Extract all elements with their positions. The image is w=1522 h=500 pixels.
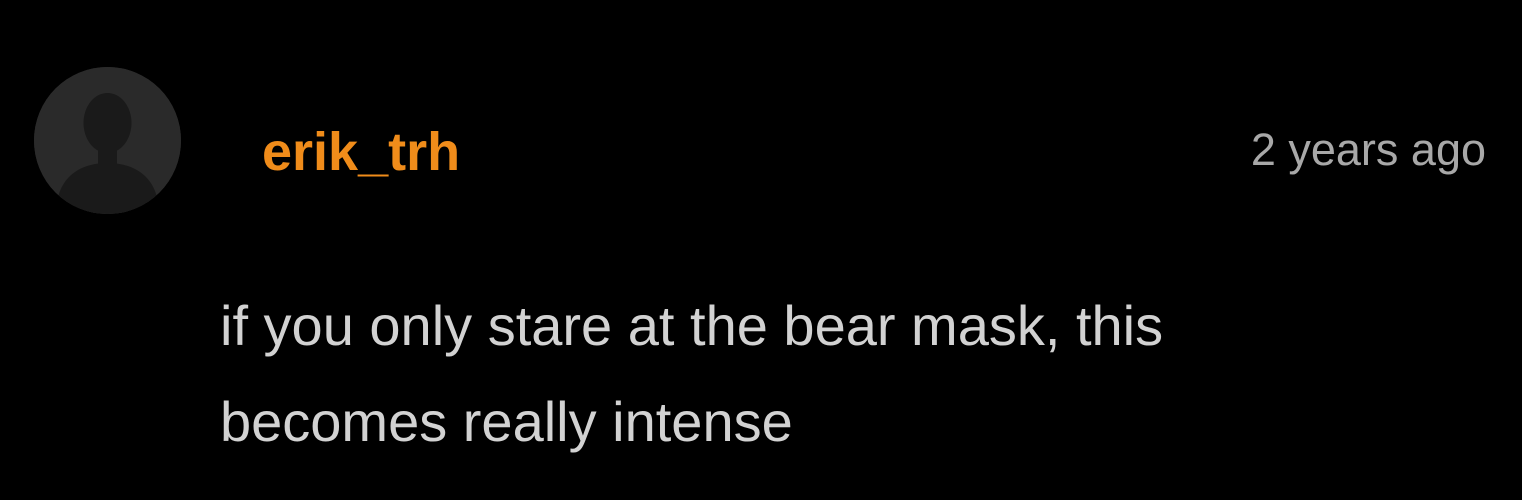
username-link[interactable]: erik_trh [262,120,460,184]
user-silhouette-icon [34,67,181,214]
comment-timestamp: 2 years ago [1250,124,1486,175]
comment-item: erik_trh 2 years ago if you only stare a… [0,0,1522,500]
avatar[interactable] [34,67,181,214]
comment-text: if you only stare at the bear mask, this… [220,294,1164,453]
